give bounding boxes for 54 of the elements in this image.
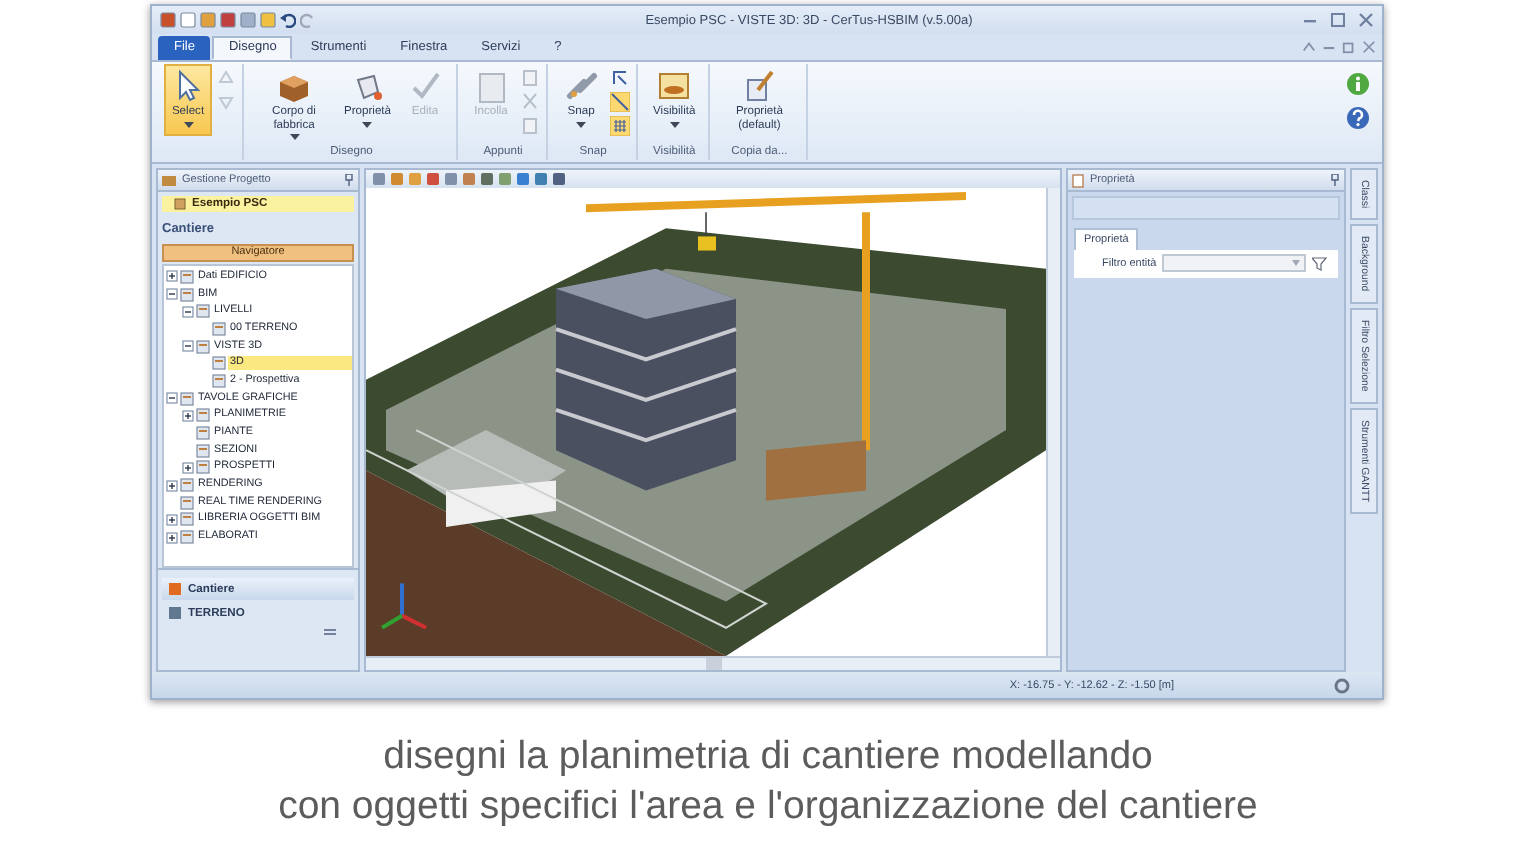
caption-text: con oggetti specifici l'area e l'organizzazione del cantiere bbox=[278, 782, 1258, 832]
toolbar-square-icon[interactable] bbox=[426, 172, 440, 186]
document-icon bbox=[180, 269, 194, 284]
pin-icon[interactable] bbox=[344, 174, 354, 186]
vertical-scrollbar[interactable] bbox=[1046, 188, 1060, 656]
caret-icon bbox=[1292, 260, 1300, 266]
toolbar-square-icon[interactable] bbox=[390, 172, 404, 186]
toolbar-square-icon[interactable] bbox=[480, 172, 494, 186]
caption-text: disegni la planimetria di cantiere modellando bbox=[383, 732, 1153, 782]
info-icon[interactable] bbox=[1346, 72, 1370, 96]
axis-triad-icon bbox=[380, 583, 427, 630]
funnel-icon[interactable] bbox=[1312, 255, 1330, 271]
close-icon[interactable] bbox=[1358, 12, 1374, 28]
toolbar-square-icon[interactable] bbox=[372, 172, 386, 186]
expander-icon[interactable] bbox=[166, 479, 178, 492]
expander-icon[interactable] bbox=[166, 513, 178, 526]
folder-icon bbox=[162, 174, 176, 186]
document-icon bbox=[1072, 173, 1084, 187]
diagonal-icon[interactable] bbox=[609, 92, 630, 112]
checkmark-icon bbox=[407, 68, 444, 104]
expander-icon[interactable] bbox=[166, 288, 178, 301]
toolbar-square-icon[interactable] bbox=[240, 12, 256, 28]
pin-icon[interactable] bbox=[1330, 174, 1340, 186]
clipboard-icon bbox=[473, 68, 510, 104]
toolbar-square-icon[interactable] bbox=[552, 172, 566, 186]
expander-icon[interactable] bbox=[182, 461, 194, 474]
toolbar-square-icon[interactable] bbox=[160, 12, 176, 28]
expander-icon[interactable] bbox=[166, 270, 178, 283]
document-icon bbox=[174, 198, 186, 210]
toolbar-square-icon[interactable] bbox=[534, 172, 548, 186]
toolbar-square-icon[interactable] bbox=[180, 12, 196, 28]
help-icon[interactable] bbox=[1346, 106, 1370, 130]
pencil-icon bbox=[741, 68, 778, 104]
picture-icon bbox=[656, 68, 693, 104]
document-icon bbox=[180, 530, 194, 545]
undo-icon[interactable] bbox=[280, 12, 296, 28]
toolbar-square-icon[interactable] bbox=[498, 172, 512, 186]
toolbar-square-icon[interactable] bbox=[462, 172, 476, 186]
expander-icon[interactable] bbox=[182, 409, 194, 422]
restore-icon[interactable] bbox=[1342, 40, 1356, 54]
toolbar-square-icon[interactable] bbox=[200, 12, 216, 28]
corner-icon[interactable] bbox=[609, 68, 630, 88]
expander-icon[interactable] bbox=[166, 531, 178, 544]
close-icon[interactable] bbox=[1362, 40, 1376, 54]
grid-icon[interactable] bbox=[609, 116, 630, 136]
toolbar-square-icon[interactable] bbox=[220, 12, 236, 28]
horizontal-scrollbar[interactable] bbox=[366, 656, 1060, 670]
toolbar-square-icon[interactable] bbox=[444, 172, 458, 186]
expander-icon[interactable] bbox=[166, 392, 178, 405]
toolbar-square-icon[interactable] bbox=[516, 172, 530, 186]
maximize-icon[interactable] bbox=[1330, 12, 1346, 28]
collapse-ribbon-icon[interactable] bbox=[1302, 40, 1316, 54]
expander-icon[interactable] bbox=[182, 340, 194, 353]
expander-icon[interactable] bbox=[182, 305, 194, 318]
